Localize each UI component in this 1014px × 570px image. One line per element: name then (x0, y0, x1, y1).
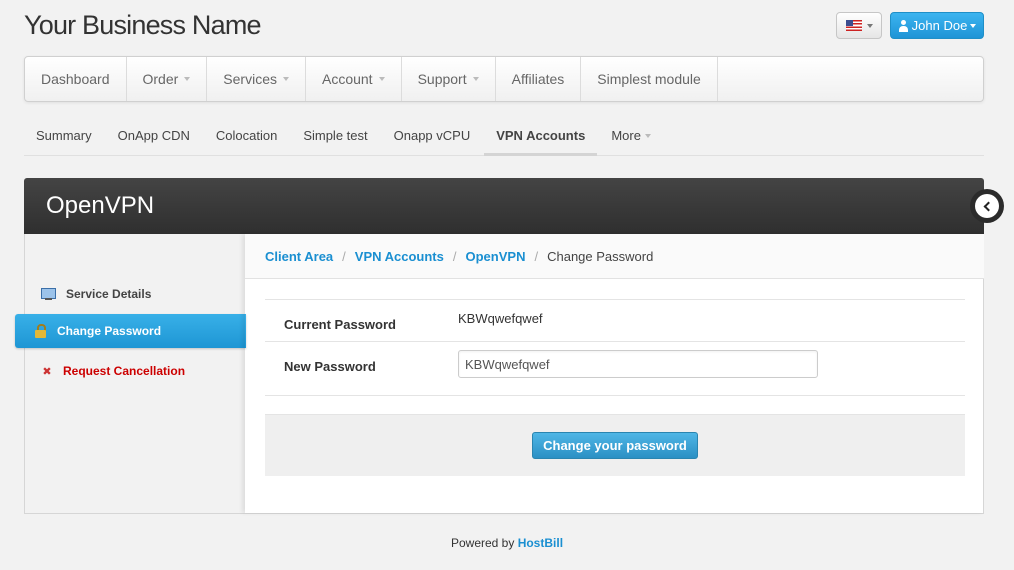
sidebar-item-change-password[interactable]: Change Password (15, 314, 246, 348)
nav-item-services[interactable]: Services (207, 57, 306, 101)
current-password-label: Current Password (284, 317, 396, 332)
user-icon (898, 19, 909, 32)
breadcrumb-current: Change Password (547, 248, 654, 264)
form-actions: Change your password (265, 414, 965, 476)
nav-item-label: Order (142, 71, 179, 87)
tab-onapp-cdn[interactable]: OnApp CDN (106, 116, 202, 155)
breadcrumb-link[interactable]: VPN Accounts (355, 249, 444, 264)
user-name: John Doe (911, 18, 968, 33)
breadcrumb-separator: / (342, 248, 346, 264)
chevron-left-icon (975, 194, 999, 218)
monitor-icon (41, 287, 56, 301)
chevron-down-icon (472, 77, 479, 81)
chevron-down-icon (970, 23, 977, 28)
service-tabs: Summary OnApp CDN Colocation Simple test… (24, 116, 984, 156)
user-menu-button[interactable]: John Doe (890, 12, 984, 39)
current-password-value: KBWqwefqwef (458, 311, 543, 326)
current-password-row: Current Password KBWqwefqwef (265, 299, 965, 341)
nav-item-label: Simplest module (597, 71, 701, 87)
nav-item-label: Support (417, 71, 467, 87)
collapse-sidebar-button[interactable] (970, 189, 1004, 223)
chevron-down-icon (282, 77, 289, 81)
nav-item-simplest-module[interactable]: Simplest module (581, 57, 718, 101)
sidebar-item-label: Request Cancellation (63, 364, 186, 378)
brand-title[interactable]: Your Business Name (24, 10, 262, 41)
new-password-input[interactable] (458, 350, 818, 378)
chevron-down-icon (378, 77, 385, 81)
new-password-row: New Password (265, 341, 965, 396)
footer: Powered by HostBill (0, 536, 1014, 550)
nav-item-label: Account (321, 71, 373, 87)
chevron-down-icon (866, 23, 873, 28)
nav-item-label: Services (223, 71, 277, 87)
tab-colocation[interactable]: Colocation (204, 116, 289, 155)
tab-more[interactable]: More (599, 116, 663, 155)
breadcrumb-link[interactable]: OpenVPN (466, 249, 526, 264)
page-title: OpenVPN (24, 178, 984, 234)
tab-onapp-vcpu[interactable]: Onapp vCPU (382, 116, 483, 155)
hostbill-link[interactable]: HostBill (518, 536, 563, 550)
tab-more-label: More (611, 128, 641, 143)
nav-item-account[interactable]: Account (306, 57, 402, 101)
sidebar-item-service-details[interactable]: Service Details (41, 283, 151, 305)
sidebar-item-label: Change Password (57, 324, 162, 338)
breadcrumb-separator: / (534, 248, 539, 264)
sidebar-item-request-cancellation[interactable]: ✖ Request Cancellation (41, 360, 185, 382)
breadcrumb: Client Area / VPN Accounts / OpenVPN / C… (245, 234, 984, 279)
breadcrumb-link[interactable]: Client Area (265, 249, 333, 264)
sidebar-item-label: Service Details (66, 287, 152, 301)
tab-summary[interactable]: Summary (24, 116, 104, 155)
nav-item-label: Affiliates (511, 71, 565, 87)
main-content: Client Area / VPN Accounts / OpenVPN / C… (245, 234, 984, 513)
chevron-down-icon (184, 77, 191, 81)
service-panel: Service Details Change Password ✖ Reques… (15, 234, 984, 514)
us-flag-icon (845, 20, 862, 31)
nav-item-affiliates[interactable]: Affiliates (496, 57, 582, 101)
tab-vpn-accounts[interactable]: VPN Accounts (484, 116, 598, 156)
lock-icon (34, 324, 47, 338)
tab-simple-test[interactable]: Simple test (291, 116, 379, 155)
change-password-form: Current Password KBWqwefqwef New Passwor… (265, 299, 965, 396)
nav-item-dashboard[interactable]: Dashboard (25, 57, 127, 101)
change-password-button[interactable]: Change your password (532, 432, 698, 459)
nav-item-order[interactable]: Order (127, 57, 208, 101)
new-password-label: New Password (284, 359, 376, 374)
chevron-down-icon (644, 133, 651, 138)
language-selector[interactable] (836, 12, 882, 39)
close-icon: ✖ (42, 365, 52, 378)
nav-item-label: Dashboard (41, 71, 110, 87)
breadcrumb-separator: / (452, 248, 457, 264)
main-nav: Dashboard Order Services Account Support… (24, 56, 984, 102)
footer-prefix: Powered by (450, 536, 515, 550)
nav-item-support[interactable]: Support (402, 57, 496, 101)
service-sidebar: Service Details Change Password ✖ Reques… (15, 234, 246, 513)
